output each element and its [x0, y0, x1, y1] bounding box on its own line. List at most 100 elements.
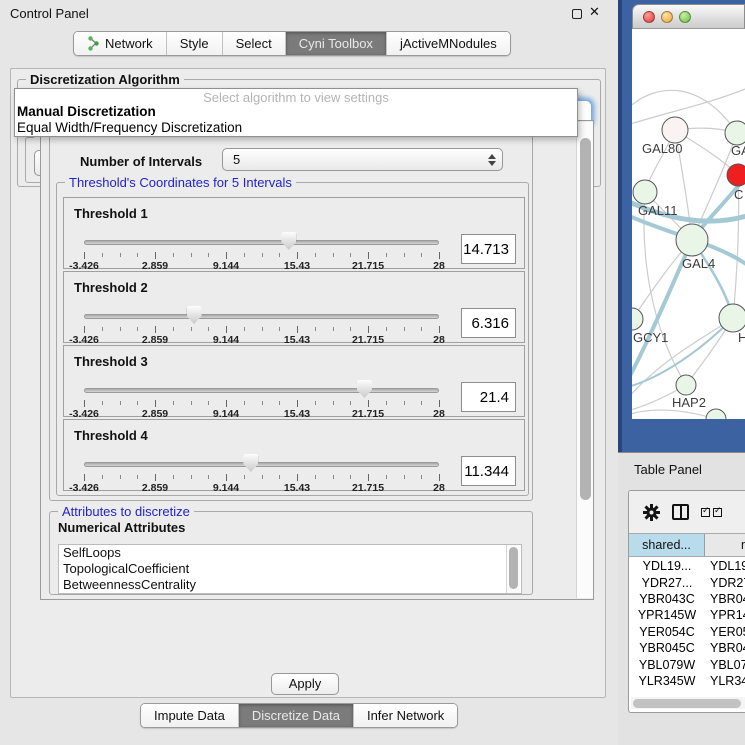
tab-select[interactable]: Select [223, 32, 286, 55]
slider-track[interactable] [84, 388, 439, 393]
slider-ticks [84, 474, 439, 482]
tab-label: Network [105, 36, 153, 51]
tick-mark [439, 474, 440, 481]
tab-network[interactable]: Network [74, 32, 167, 55]
threshold-value-field[interactable]: 14.713 [461, 234, 516, 264]
float-window-icon[interactable] [572, 9, 582, 19]
tick-mark [279, 401, 280, 405]
network-canvas[interactable]: GAL80GACGAL11GAL4GCY1HHAP2 [632, 29, 745, 419]
tick-mark [386, 475, 387, 479]
maximize-traffic-light[interactable] [679, 11, 691, 23]
slider-thumb[interactable] [187, 306, 202, 324]
slider-thumb[interactable] [357, 380, 372, 398]
bottom-tab-bar: Impute Data Discretize DataInfer Network [140, 703, 458, 728]
threshold-value-field[interactable]: 21.4 [461, 382, 516, 412]
minimize-traffic-light[interactable] [661, 11, 673, 23]
tick-mark [315, 475, 316, 479]
network-node-h-node[interactable] [719, 304, 745, 332]
scale-label: -3.426 [69, 482, 99, 494]
tick-mark [173, 401, 174, 405]
select-columns-icon[interactable] [701, 508, 722, 517]
table-row[interactable]: YER054CYER054C [629, 624, 745, 640]
table-row[interactable]: YDR27...YDR27 [629, 574, 745, 590]
attributes-scrollbar-thumb[interactable] [509, 547, 518, 589]
network-node-gcy1[interactable] [632, 308, 643, 330]
node-label-gal4: GAL4 [682, 256, 715, 271]
settings-vertical-scrollbar[interactable] [576, 122, 593, 598]
tick-mark [297, 400, 298, 407]
tab-discretize-data[interactable]: Discretize Data [239, 704, 354, 727]
tick-mark [173, 327, 174, 331]
table-horizontal-scrollbar[interactable] [631, 697, 745, 709]
tick-mark [244, 401, 245, 405]
table-row[interactable]: YBR045CYBR045C [629, 640, 745, 656]
close-icon[interactable]: ✕ [589, 4, 600, 20]
network-node-red[interactable] [727, 164, 745, 186]
tab-infer-network[interactable]: Infer Network [354, 704, 457, 727]
scale-label: 9.144 [213, 482, 239, 494]
slider-thumb[interactable] [243, 454, 258, 472]
gear-icon[interactable] [643, 504, 660, 521]
tick-mark [191, 475, 192, 479]
slider-ticks [84, 326, 439, 334]
network-node-gal-r[interactable] [725, 121, 745, 145]
algorithm-option[interactable]: Equal Width/Frequency Discretization [15, 120, 577, 136]
network-window[interactable]: GAL80GACGAL11GAL4GCY1HHAP2 [632, 4, 745, 419]
cell-name: YDR27 [705, 576, 745, 590]
table-hscrollbar-thumb[interactable] [633, 699, 741, 708]
tab-impute-data[interactable]: Impute Data [141, 704, 239, 727]
network-node-gal4[interactable] [676, 224, 708, 256]
tick-mark [386, 327, 387, 331]
column-header-name[interactable]: n [705, 534, 745, 556]
attributes-scrollbar[interactable] [506, 545, 520, 593]
slider-track[interactable] [84, 462, 439, 467]
table-row[interactable]: YBL079WYBL079W [629, 656, 745, 672]
interval-definition-group: Interval Definition Number of Intervals … [49, 129, 533, 501]
network-graph [632, 29, 745, 419]
slider-thumb[interactable] [281, 232, 296, 250]
cell-shared-name: YBL079W [629, 658, 705, 672]
threshold-label: Threshold 2 [74, 280, 148, 295]
table-toolbar [629, 491, 745, 533]
attribute-item[interactable]: BetweennessCentrality [59, 577, 521, 593]
slider-track[interactable] [84, 240, 439, 245]
tick-mark [421, 475, 422, 479]
numerical-attributes-label: Numerical Attributes [58, 520, 185, 535]
table-row[interactable]: YLR345WYLR345W [629, 673, 745, 689]
network-node-gal11[interactable] [633, 180, 657, 204]
threshold-value-field[interactable]: 6.316 [461, 308, 516, 338]
table-row[interactable]: YBR043CYBR043C [629, 591, 745, 607]
attribute-item[interactable]: TopologicalCoefficient [59, 561, 521, 577]
tab-label: Impute Data [154, 708, 225, 723]
number-of-intervals-combobox[interactable]: 5 [222, 148, 503, 171]
table-header-row: shared... n [629, 533, 745, 557]
table-row[interactable]: YDL19...YDL19 [629, 558, 745, 574]
network-window-titlebar[interactable] [632, 4, 745, 29]
settings-scrollbar-thumb[interactable] [580, 138, 591, 500]
tick-mark [404, 475, 405, 479]
tick-mark [244, 327, 245, 331]
tick-mark [208, 401, 209, 405]
tick-mark [315, 327, 316, 331]
network-node-hap2[interactable] [676, 375, 696, 395]
threshold-label: Threshold 1 [74, 206, 148, 221]
column-layout-icon[interactable] [672, 504, 689, 520]
algorithm-option[interactable]: Manual Discretization [15, 104, 577, 120]
threshold-row: Threshold 2-3.4262.8599.14415.4321.71528… [63, 271, 525, 343]
network-node-gal80[interactable] [662, 117, 688, 143]
slider-ticks [84, 252, 439, 260]
tab-cyni-toolbox[interactable]: Cyni Toolbox [286, 32, 387, 55]
tab-jactivemnodules[interactable]: jActiveMNodules [387, 32, 510, 55]
network-node-bottom[interactable] [706, 409, 726, 419]
threshold-value-field[interactable]: 11.344 [461, 456, 516, 486]
column-header-shared-name[interactable]: shared... [629, 534, 705, 556]
close-traffic-light[interactable] [643, 11, 655, 23]
attribute-item[interactable]: SelfLoops [59, 545, 521, 561]
control-panel-titlebar: Control Panel ✕ [0, 0, 612, 28]
slider-track[interactable] [84, 314, 439, 319]
apply-button[interactable]: Apply [271, 673, 339, 695]
network-icon [87, 36, 100, 51]
tick-mark [350, 327, 351, 331]
table-row[interactable]: YPR145WYPR145W [629, 607, 745, 623]
tab-style[interactable]: Style [167, 32, 223, 55]
